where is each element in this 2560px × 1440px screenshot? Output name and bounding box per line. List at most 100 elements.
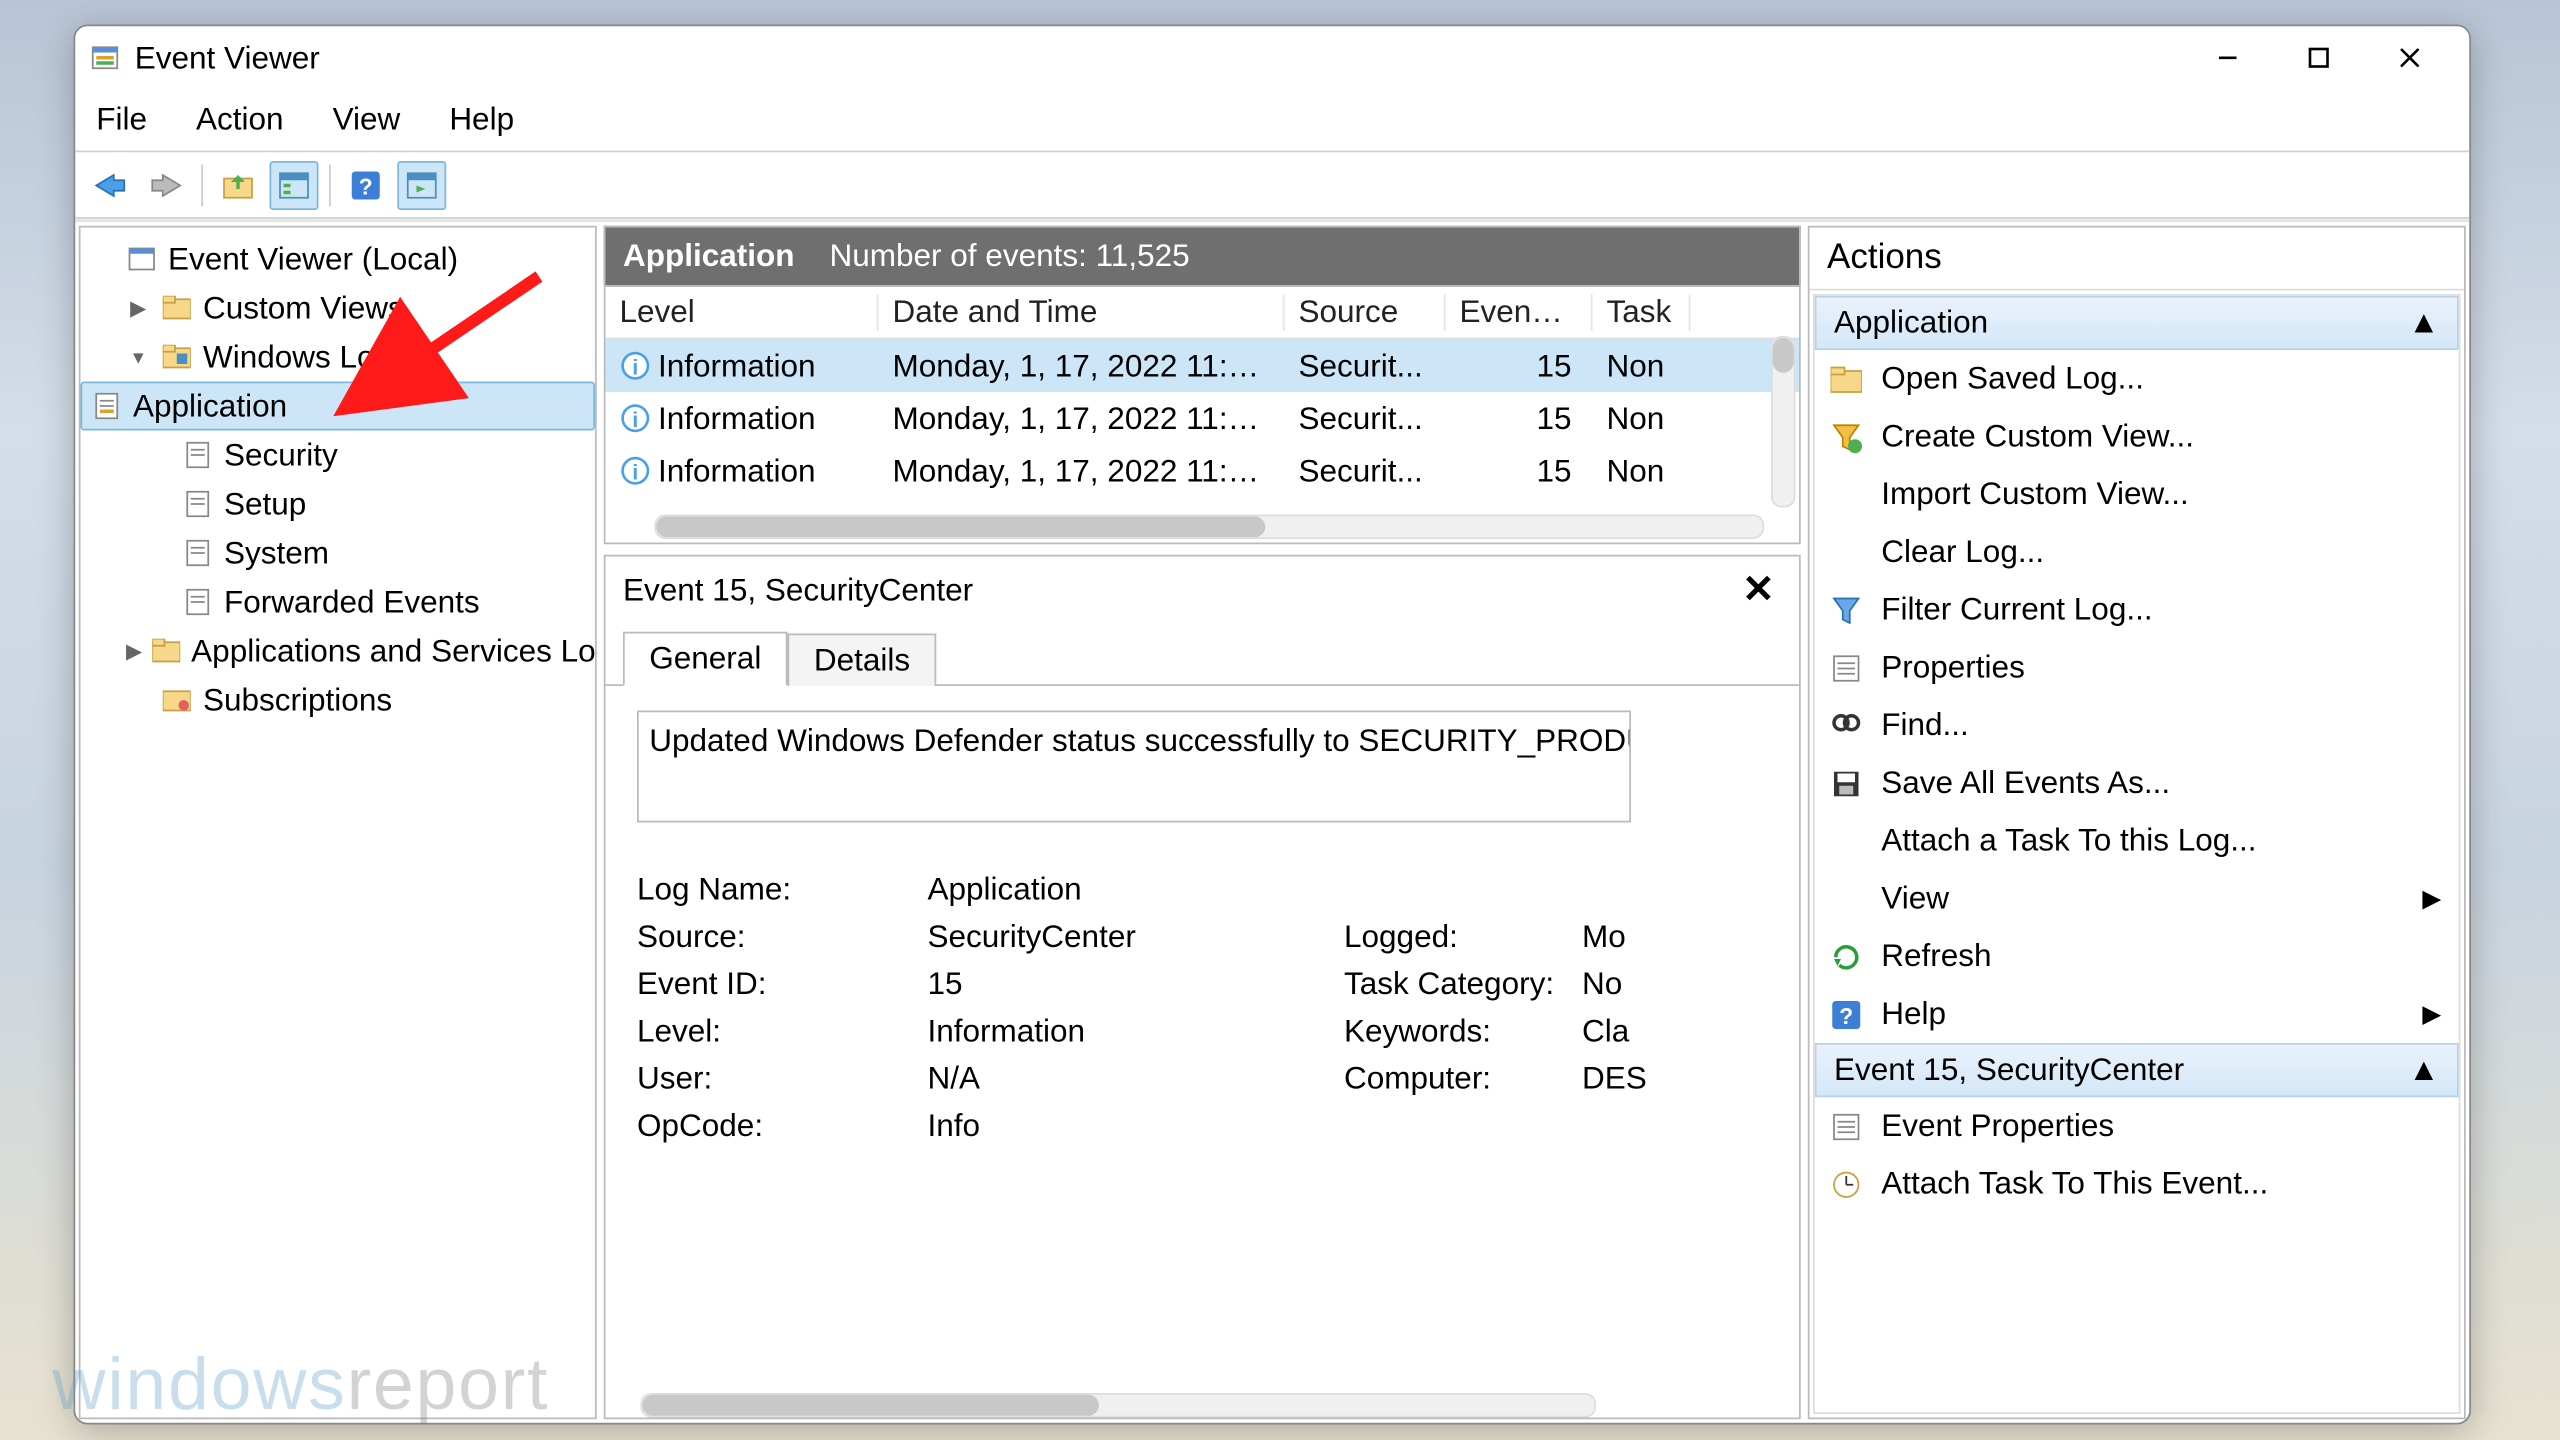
- help-button[interactable]: ?: [341, 160, 390, 209]
- value-logged: Mo: [1582, 919, 1670, 956]
- tree-label: Subscriptions: [203, 682, 392, 719]
- action-label: Find...: [1881, 707, 1969, 744]
- actions-section-event[interactable]: Event 15, SecurityCenter ▲: [1815, 1043, 2459, 1097]
- action-attach_task_log[interactable]: Attach a Task To this Log...: [1815, 812, 2459, 870]
- menu-help[interactable]: Help: [449, 102, 514, 139]
- close-detail-button[interactable]: ✕: [1735, 567, 1781, 613]
- action-save_all[interactable]: Save All Events As...: [1815, 754, 2459, 812]
- eventvwr-icon: [89, 42, 121, 74]
- value-event-id: 15: [928, 966, 1345, 1003]
- chevron-right-icon: ▶: [2422, 999, 2441, 1029]
- forward-button[interactable]: [142, 160, 191, 209]
- value-user: N/A: [928, 1061, 1345, 1098]
- close-button[interactable]: [2364, 30, 2455, 86]
- toolbar-separator: [329, 164, 331, 206]
- col-source[interactable]: Source: [1285, 294, 1446, 331]
- watermark-b: report: [347, 1342, 550, 1424]
- info-icon: i: [620, 403, 652, 435]
- tree-label: Security: [224, 437, 338, 474]
- info-icon: i: [620, 350, 652, 382]
- action-find[interactable]: Find...: [1815, 697, 2459, 755]
- watermark-a: windows: [53, 1342, 347, 1424]
- collapse-icon[interactable]: ▾: [126, 345, 151, 370]
- action-label: Create Custom View...: [1881, 418, 2194, 455]
- scroll-thumb[interactable]: [656, 516, 1264, 537]
- cell-task: Non: [1593, 452, 1691, 489]
- action-attach_task_event[interactable]: Attach Task To This Event...: [1815, 1155, 2459, 1213]
- action-refresh[interactable]: Refresh: [1815, 928, 2459, 986]
- folder-icon: [153, 635, 181, 667]
- tree-panel[interactable]: Event Viewer (Local) ▶ Custom Views ▾ Wi…: [79, 226, 597, 1420]
- menu-view[interactable]: View: [333, 102, 401, 139]
- tree-item-apps-services[interactable]: ▶ Applications and Services Lo: [81, 627, 596, 676]
- actions-section-application[interactable]: Application ▲: [1815, 296, 2459, 350]
- tree-item-custom-views[interactable]: ▶ Custom Views: [81, 284, 596, 333]
- col-event-id[interactable]: Event ID: [1446, 294, 1593, 331]
- action-view[interactable]: View▶: [1815, 870, 2459, 928]
- props-icon: [1829, 1109, 1864, 1144]
- refresh-icon: [1829, 939, 1864, 974]
- detail-body: Updated Windows Defender status successf…: [606, 686, 1800, 1418]
- hscrollbar[interactable]: [655, 515, 1765, 540]
- list-title: Application: [623, 238, 795, 275]
- tree-item-setup[interactable]: Setup: [81, 480, 596, 529]
- label-event-id: Event ID:: [637, 966, 928, 1003]
- action-label: Import Custom View...: [1881, 476, 2189, 513]
- tab-general[interactable]: General: [623, 632, 788, 686]
- action-help[interactable]: ?Help▶: [1815, 985, 2459, 1043]
- col-task[interactable]: Task: [1593, 294, 1691, 331]
- action-import_custom[interactable]: Import Custom View...: [1815, 466, 2459, 524]
- show-tree-button[interactable]: [270, 160, 319, 209]
- expand-icon[interactable]: ▶: [126, 639, 142, 664]
- action-clear_log[interactable]: Clear Log...: [1815, 523, 2459, 581]
- menu-file[interactable]: File: [96, 102, 147, 139]
- tree-item-system[interactable]: System: [81, 529, 596, 578]
- event-grid[interactable]: Level Date and Time Source Event ID Task…: [604, 285, 1801, 544]
- action-create_custom[interactable]: Create Custom View...: [1815, 408, 2459, 466]
- cell-source: Securit...: [1285, 452, 1446, 489]
- tree-item-forwarded-events[interactable]: Forwarded Events: [81, 578, 596, 627]
- label-level: Level:: [637, 1013, 928, 1050]
- vscrollbar[interactable]: [1771, 336, 1796, 508]
- value-computer: DES: [1582, 1061, 1670, 1098]
- event-list-header: Application Number of events: 11,525: [604, 226, 1801, 286]
- expand-icon[interactable]: ▶: [126, 296, 151, 321]
- preview-pane-button[interactable]: [397, 160, 446, 209]
- action-label: Attach Task To This Event...: [1881, 1166, 2268, 1203]
- detail-header: Event 15, SecurityCenter ✕: [606, 557, 1800, 624]
- event-count: Number of events: 11,525: [830, 238, 1190, 275]
- action-properties[interactable]: Properties: [1815, 639, 2459, 697]
- maximize-button[interactable]: [2273, 30, 2364, 86]
- grid-row[interactable]: iInformation Monday, 1, 17, 2022 11:2...…: [606, 445, 1800, 498]
- svg-text:i: i: [632, 462, 638, 485]
- grid-row[interactable]: iInformation Monday, 1, 17, 2022 11:2...…: [606, 340, 1800, 393]
- menu-action[interactable]: Action: [196, 102, 284, 139]
- back-button[interactable]: [86, 160, 135, 209]
- scroll-thumb[interactable]: [642, 1395, 1099, 1416]
- col-date[interactable]: Date and Time: [879, 294, 1285, 331]
- tree-item-security[interactable]: Security: [81, 431, 596, 480]
- cell-date: Monday, 1, 17, 2022 11:2...: [879, 347, 1285, 384]
- action-open_saved[interactable]: Open Saved Log...: [1815, 350, 2459, 408]
- col-level[interactable]: Level: [606, 294, 879, 331]
- up-folder-button[interactable]: [214, 160, 263, 209]
- tree-item-subscriptions[interactable]: Subscriptions: [81, 676, 596, 725]
- cell-source: Securit...: [1285, 347, 1446, 384]
- cell-level: Information: [658, 400, 816, 437]
- hscrollbar[interactable]: [641, 1393, 1596, 1418]
- tree-label: Forwarded Events: [224, 584, 480, 621]
- detail-title-text: Event 15, SecurityCenter: [623, 571, 973, 608]
- minimize-button[interactable]: [2182, 30, 2273, 86]
- cell-id: 15: [1446, 452, 1593, 489]
- grid-row[interactable]: iInformation Monday, 1, 17, 2022 11:2...…: [606, 392, 1800, 445]
- cell-level: Information: [658, 347, 816, 384]
- actions-body[interactable]: Application ▲ Open Saved Log... Create Cu…: [1813, 294, 2461, 1414]
- scroll-thumb[interactable]: [1773, 338, 1794, 373]
- action-filter_current[interactable]: Filter Current Log...: [1815, 581, 2459, 639]
- tree-root[interactable]: Event Viewer (Local): [81, 235, 596, 284]
- tree-item-application[interactable]: Application: [81, 382, 596, 431]
- info-icon: i: [620, 455, 652, 487]
- action-event_properties[interactable]: Event Properties: [1815, 1097, 2459, 1155]
- tree-item-windows-logs[interactable]: ▾ Windows Logs: [81, 333, 596, 382]
- tab-details[interactable]: Details: [788, 634, 937, 687]
